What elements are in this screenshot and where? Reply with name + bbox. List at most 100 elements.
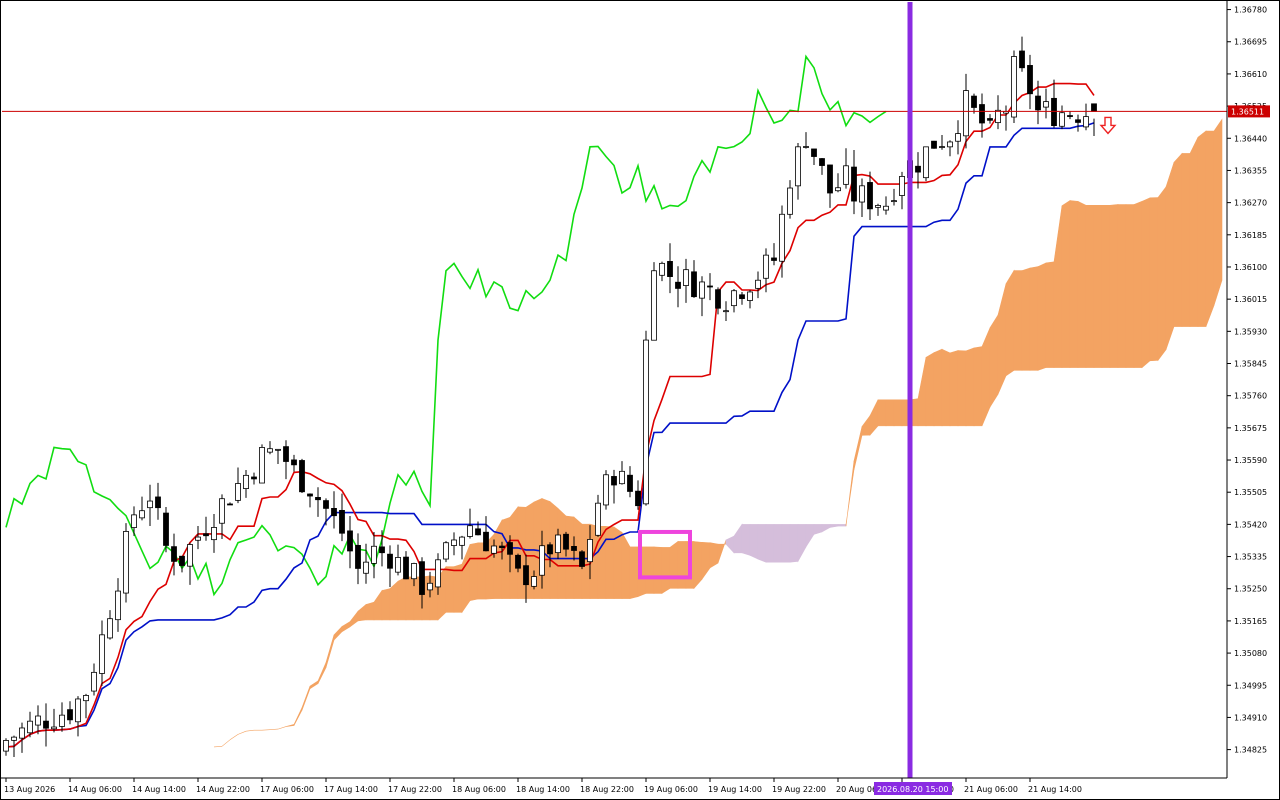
candle-body <box>467 525 473 537</box>
x-tick-label: 18 Aug 06:00 <box>452 785 506 794</box>
candle-body <box>379 546 385 554</box>
cloud-segment <box>941 348 951 427</box>
candle-body <box>939 146 945 148</box>
candle-body <box>227 503 233 506</box>
cloud-segment <box>781 524 791 563</box>
cloud-segment <box>1037 262 1047 371</box>
candle-body <box>115 590 121 621</box>
y-tick-label: 1.35590 <box>1234 456 1267 465</box>
candle-body <box>195 536 201 541</box>
candle-body <box>1019 50 1025 69</box>
candle-body <box>651 270 657 341</box>
candle-body <box>683 269 689 286</box>
cloud-segment <box>741 524 751 556</box>
cloud-segment <box>365 601 375 621</box>
cloud-segment <box>621 531 631 599</box>
cloud-segment <box>1093 205 1103 368</box>
x-tick-label: 21 Aug 14:00 <box>1028 785 1082 794</box>
candle-body <box>723 310 729 313</box>
candle-body <box>819 158 825 166</box>
candle-body <box>291 459 297 466</box>
y-tick-label: 1.36440 <box>1234 134 1267 143</box>
cloud-segment <box>333 625 343 641</box>
candle-body <box>947 141 953 148</box>
candle-body <box>499 545 505 549</box>
candle-body <box>619 470 625 485</box>
y-tick-label: 1.36185 <box>1234 231 1267 240</box>
cloud-segment <box>661 547 671 594</box>
candle-body <box>539 545 545 576</box>
candle-body <box>787 187 793 215</box>
cloud-segment <box>1189 137 1199 327</box>
candle-body <box>715 289 721 309</box>
chart[interactable]: 1.367801.366951.366101.365251.364401.363… <box>0 0 1280 800</box>
y-tick-label: 1.35675 <box>1234 424 1267 433</box>
cloud-segment <box>469 542 479 602</box>
y-tick-label: 1.35080 <box>1234 649 1267 658</box>
cloud-segment <box>405 576 415 621</box>
candle-body <box>963 90 969 137</box>
candle-body <box>123 531 129 594</box>
candle-body <box>1091 103 1097 112</box>
candle-body <box>355 544 361 569</box>
cloud-segment <box>229 734 239 741</box>
y-tick-label: 1.34910 <box>1234 713 1267 722</box>
x-tick-label: 13 Aug 2026 <box>4 785 55 794</box>
cloud-segment <box>1157 186 1167 362</box>
cloud-segment <box>733 523 743 554</box>
down-arrow-icon <box>1099 116 1117 135</box>
cloud-segment <box>949 350 959 427</box>
cloud-segment <box>285 724 295 727</box>
candle-body <box>163 512 169 546</box>
candle-body <box>979 104 985 124</box>
candle-body <box>251 476 257 480</box>
candle-body <box>859 185 865 203</box>
y-tick-label: 1.36610 <box>1234 70 1267 79</box>
ichimoku-cloud <box>213 118 1223 748</box>
candle-body <box>659 262 665 276</box>
candle-body <box>747 291 753 301</box>
y-tick-label: 1.35250 <box>1234 585 1267 594</box>
candle-body <box>179 555 185 566</box>
candle-body <box>171 546 177 562</box>
candle-body <box>1059 112 1065 127</box>
y-tick-label: 1.35420 <box>1234 520 1267 529</box>
candle-body <box>411 563 417 580</box>
cloud-segment <box>757 524 767 563</box>
y-tick-label: 1.35505 <box>1234 488 1267 497</box>
cloud-segment <box>1173 152 1183 327</box>
candle-body <box>43 720 49 729</box>
cloud-segment <box>301 686 311 711</box>
candle-body <box>259 447 265 484</box>
cloud-segment <box>237 730 247 735</box>
cloud-segment <box>653 546 663 594</box>
cloud-segment <box>645 546 655 594</box>
cloud-segment <box>1077 200 1087 368</box>
cloud-segment <box>501 516 511 599</box>
candle-body <box>243 474 249 489</box>
candle-body <box>91 671 97 692</box>
x-tick-label: 14 Aug 14:00 <box>132 785 186 794</box>
candle-body <box>955 133 961 142</box>
candle-body <box>779 213 785 262</box>
candle-body <box>307 493 313 497</box>
cloud-segment <box>965 347 975 427</box>
candle-body <box>507 542 513 555</box>
candle-body <box>1083 116 1089 128</box>
cloud-segment <box>1045 261 1055 368</box>
cloud-segment <box>477 542 487 600</box>
candle-body <box>555 534 561 554</box>
candle-body <box>203 533 209 537</box>
cloud-segment <box>557 507 567 599</box>
candle-body <box>299 460 305 493</box>
cloud-segment <box>677 541 687 589</box>
candle-body <box>283 446 289 462</box>
x-tick-label: 18 Aug 22:00 <box>580 785 634 794</box>
candle-body <box>595 502 601 536</box>
candle-body <box>1027 65 1033 95</box>
candle-body <box>59 714 65 727</box>
cloud-segment <box>277 726 287 730</box>
candle-body <box>707 285 713 288</box>
y-tick-label: 1.36270 <box>1234 199 1267 208</box>
candle-body <box>867 182 873 210</box>
